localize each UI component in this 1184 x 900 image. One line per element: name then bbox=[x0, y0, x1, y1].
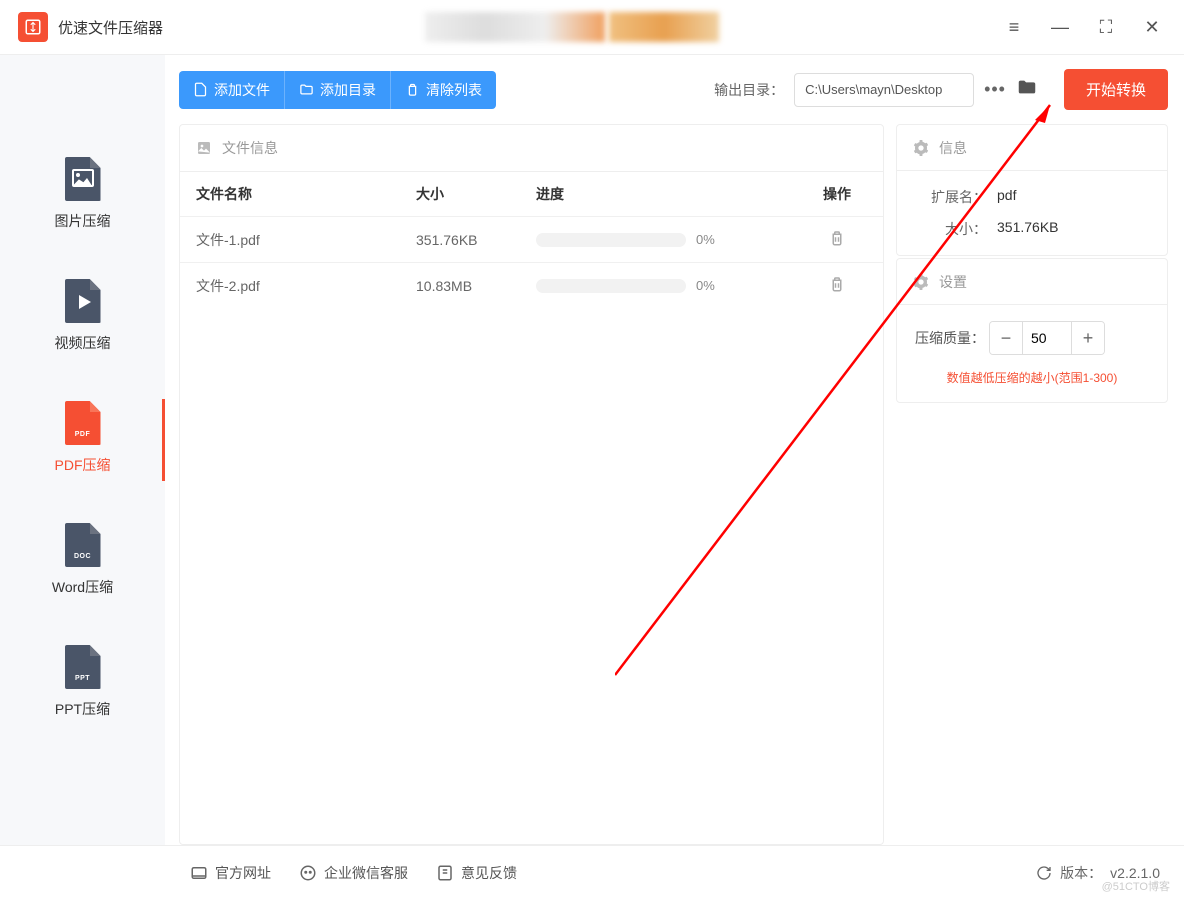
progress-cell: 0% bbox=[536, 232, 807, 247]
file-name-cell: 文件-2.pdf bbox=[196, 276, 416, 296]
app-title: 优速文件压缩器 bbox=[58, 17, 163, 38]
open-folder-icon[interactable] bbox=[1016, 76, 1038, 103]
sidebar: 图片压缩 视频压缩 PDF PDF压缩 DOC Word压缩 PPT PPT压缩 bbox=[0, 55, 165, 845]
info-header: 信息 bbox=[939, 138, 967, 158]
delete-row-button[interactable] bbox=[807, 229, 867, 250]
output-path-field[interactable]: C:\Users\mayn\Desktop bbox=[794, 73, 974, 107]
table-header: 文件名称 大小 进度 操作 bbox=[180, 171, 883, 216]
globe-icon bbox=[190, 864, 208, 882]
file-icon bbox=[193, 82, 208, 97]
feedback-link[interactable]: 意见反馈 bbox=[436, 863, 517, 883]
trash-icon bbox=[828, 229, 846, 247]
size-label: 大小： bbox=[915, 219, 987, 239]
ext-value: pdf bbox=[997, 187, 1016, 207]
folder-icon bbox=[299, 82, 314, 97]
close-icon[interactable]: ✕ bbox=[1138, 17, 1166, 38]
sidebar-item-word[interactable]: DOC Word压缩 bbox=[0, 511, 165, 613]
chat-icon bbox=[299, 864, 317, 882]
feedback-icon bbox=[436, 864, 454, 882]
sidebar-item-pdf[interactable]: PDF PDF压缩 bbox=[0, 389, 165, 491]
size-value: 351.76KB bbox=[997, 219, 1059, 239]
version-label: 版本： bbox=[1060, 863, 1102, 883]
gear-icon bbox=[913, 274, 929, 290]
quality-increase-button[interactable]: + bbox=[1072, 322, 1104, 354]
sidebar-item-label: 视频压缩 bbox=[0, 333, 165, 353]
header-banner bbox=[425, 12, 719, 42]
progress-bar bbox=[536, 233, 686, 247]
table-row[interactable]: 文件-2.pdf 10.83MB 0% bbox=[180, 262, 883, 308]
add-file-button[interactable]: 添加文件 bbox=[179, 71, 284, 109]
footer: 官方网址 企业微信客服 意见反馈 版本： v2.2.1.0 bbox=[0, 845, 1184, 900]
quality-input[interactable] bbox=[1022, 322, 1072, 354]
progress-cell: 0% bbox=[536, 278, 807, 293]
clear-list-button[interactable]: 清除列表 bbox=[390, 71, 496, 109]
sidebar-item-label: 图片压缩 bbox=[0, 211, 165, 231]
app-logo-icon bbox=[18, 12, 48, 42]
info-block: 信息 扩展名： pdf 大小： 351.76KB bbox=[896, 124, 1168, 256]
table-row[interactable]: 文件-1.pdf 351.76KB 0% bbox=[180, 216, 883, 262]
official-site-link[interactable]: 官方网址 bbox=[190, 863, 271, 883]
quality-hint: 数值越低压缩的越小(范围1-300) bbox=[915, 369, 1149, 386]
progress-bar bbox=[536, 279, 686, 293]
browse-button[interactable]: ••• bbox=[984, 79, 1006, 100]
wechat-support-link[interactable]: 企业微信客服 bbox=[299, 863, 408, 883]
menu-icon[interactable]: ≡ bbox=[1000, 17, 1028, 38]
ext-label: 扩展名： bbox=[915, 187, 987, 207]
titlebar: 优速文件压缩器 ≡ — ⛶ ✕ bbox=[0, 0, 1184, 55]
file-name-cell: 文件-1.pdf bbox=[196, 230, 416, 250]
sidebar-item-video[interactable]: 视频压缩 bbox=[0, 267, 165, 369]
refresh-icon[interactable] bbox=[1036, 865, 1052, 881]
toolbar: 添加文件 添加目录 清除列表 输出目录： C:\Users\mayn\Deskt… bbox=[179, 69, 1168, 110]
file-list-panel: 文件信息 文件名称 大小 进度 操作 文件-1.pdf 351.76KB 0% bbox=[179, 124, 884, 845]
trash-icon bbox=[828, 275, 846, 293]
gear-icon bbox=[913, 140, 929, 156]
sidebar-item-label: Word压缩 bbox=[0, 577, 165, 597]
minimize-icon[interactable]: — bbox=[1046, 17, 1074, 38]
sidebar-item-image[interactable]: 图片压缩 bbox=[0, 145, 165, 247]
watermark: @51CTO博客 bbox=[1102, 878, 1170, 894]
add-dir-button[interactable]: 添加目录 bbox=[284, 71, 390, 109]
file-panel-title: 文件信息 bbox=[222, 138, 278, 158]
trash-icon bbox=[405, 82, 420, 97]
image-icon bbox=[196, 140, 212, 156]
quality-stepper: − + bbox=[989, 321, 1105, 355]
sidebar-item-label: PPT压缩 bbox=[0, 699, 165, 719]
quality-decrease-button[interactable]: − bbox=[990, 322, 1022, 354]
file-size-cell: 351.76KB bbox=[416, 232, 536, 248]
sidebar-item-label: PDF压缩 bbox=[0, 455, 165, 475]
quality-label: 压缩质量： bbox=[915, 328, 985, 348]
settings-block: 设置 压缩质量： − + 数值越低压缩的越小(范围1-300) bbox=[896, 258, 1168, 403]
settings-header: 设置 bbox=[939, 272, 967, 292]
output-dir-label: 输出目录： bbox=[714, 80, 784, 100]
maximize-icon[interactable]: ⛶ bbox=[1092, 17, 1120, 38]
delete-row-button[interactable] bbox=[807, 275, 867, 296]
file-size-cell: 10.83MB bbox=[416, 278, 536, 294]
sidebar-item-ppt[interactable]: PPT PPT压缩 bbox=[0, 633, 165, 735]
start-convert-button[interactable]: 开始转换 bbox=[1064, 69, 1168, 110]
